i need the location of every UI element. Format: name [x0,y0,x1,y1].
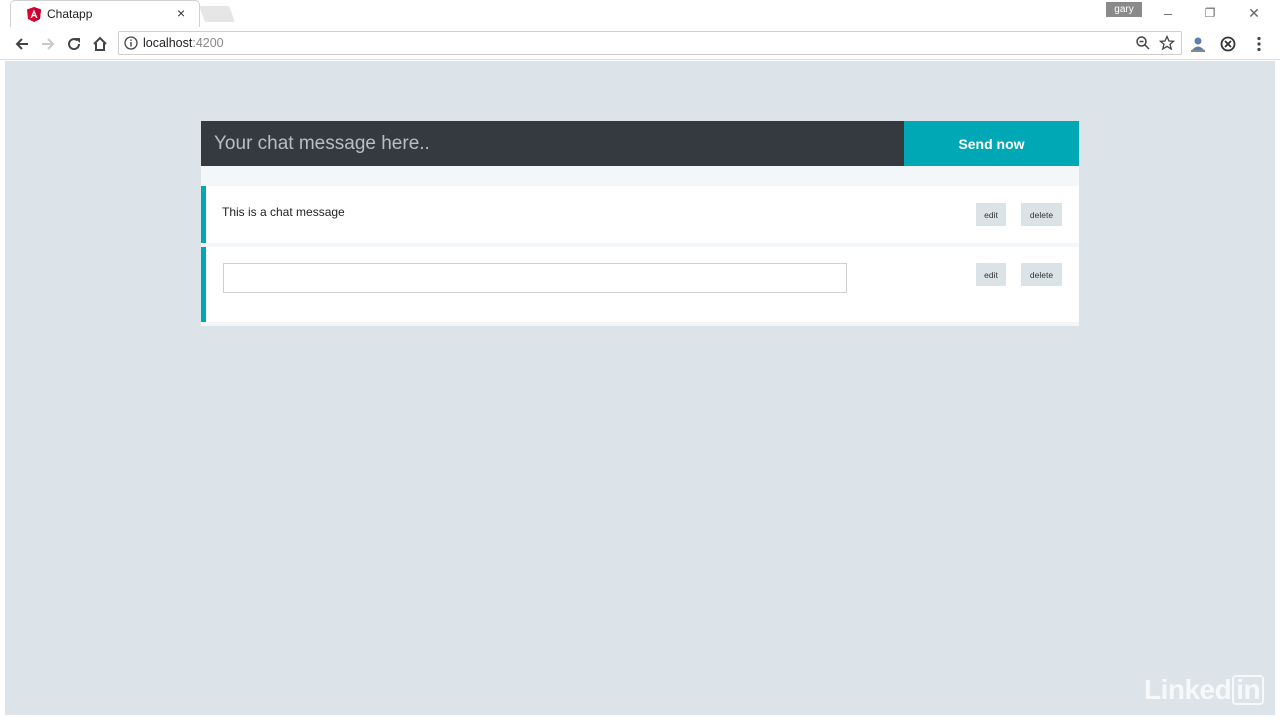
tab-close-icon[interactable]: × [177,6,185,20]
info-icon[interactable] [124,36,138,50]
send-now-button[interactable]: Send now [904,121,1079,166]
message-list: This is a chat message edit delete edit … [201,166,1079,326]
home-icon[interactable] [90,34,110,54]
browser-tab[interactable]: Chatapp × [10,0,200,27]
delete-button[interactable]: delete [1021,203,1062,226]
address-url: localhost:4200 [143,36,224,50]
profile-badge[interactable]: gary [1106,2,1142,17]
reload-icon[interactable] [64,34,84,54]
message-text: This is a chat message [222,205,345,219]
chat-composer: Send now [201,121,1079,166]
window-bottom-edge [0,715,1280,720]
edit-button[interactable]: edit [976,263,1006,286]
sync-icon[interactable] [1219,35,1237,53]
linkedin-watermark: Linked in [1144,674,1265,706]
page-viewport: Send now This is a chat message edit del… [5,61,1275,715]
message-item: This is a chat message edit delete [201,186,1079,243]
angular-icon [27,7,41,22]
window-close-icon[interactable]: ✕ [1244,4,1264,22]
minimize-icon[interactable]: – [1158,4,1178,22]
new-tab-button[interactable] [199,6,235,22]
tab-title: Chatapp [47,7,93,21]
menu-icon[interactable] [1250,35,1268,53]
zoom-icon[interactable] [1135,35,1151,51]
browser-toolbar: localhost:4200 [0,27,1280,60]
message-item: edit delete [201,247,1079,322]
restore-icon[interactable]: ❐ [1200,4,1220,22]
message-edit-input[interactable] [223,263,847,293]
extension-icon[interactable] [1189,35,1207,53]
chat-message-input[interactable] [201,121,904,166]
scrollbar[interactable] [1275,61,1280,720]
edit-button[interactable]: edit [976,203,1006,226]
address-bar[interactable]: localhost:4200 [118,31,1182,55]
back-icon[interactable] [12,34,32,54]
bookmark-star-icon[interactable] [1159,35,1175,51]
browser-tab-bar: Chatapp × gary – ❐ ✕ [0,0,1280,27]
delete-button[interactable]: delete [1021,263,1062,286]
forward-icon[interactable] [38,34,58,54]
